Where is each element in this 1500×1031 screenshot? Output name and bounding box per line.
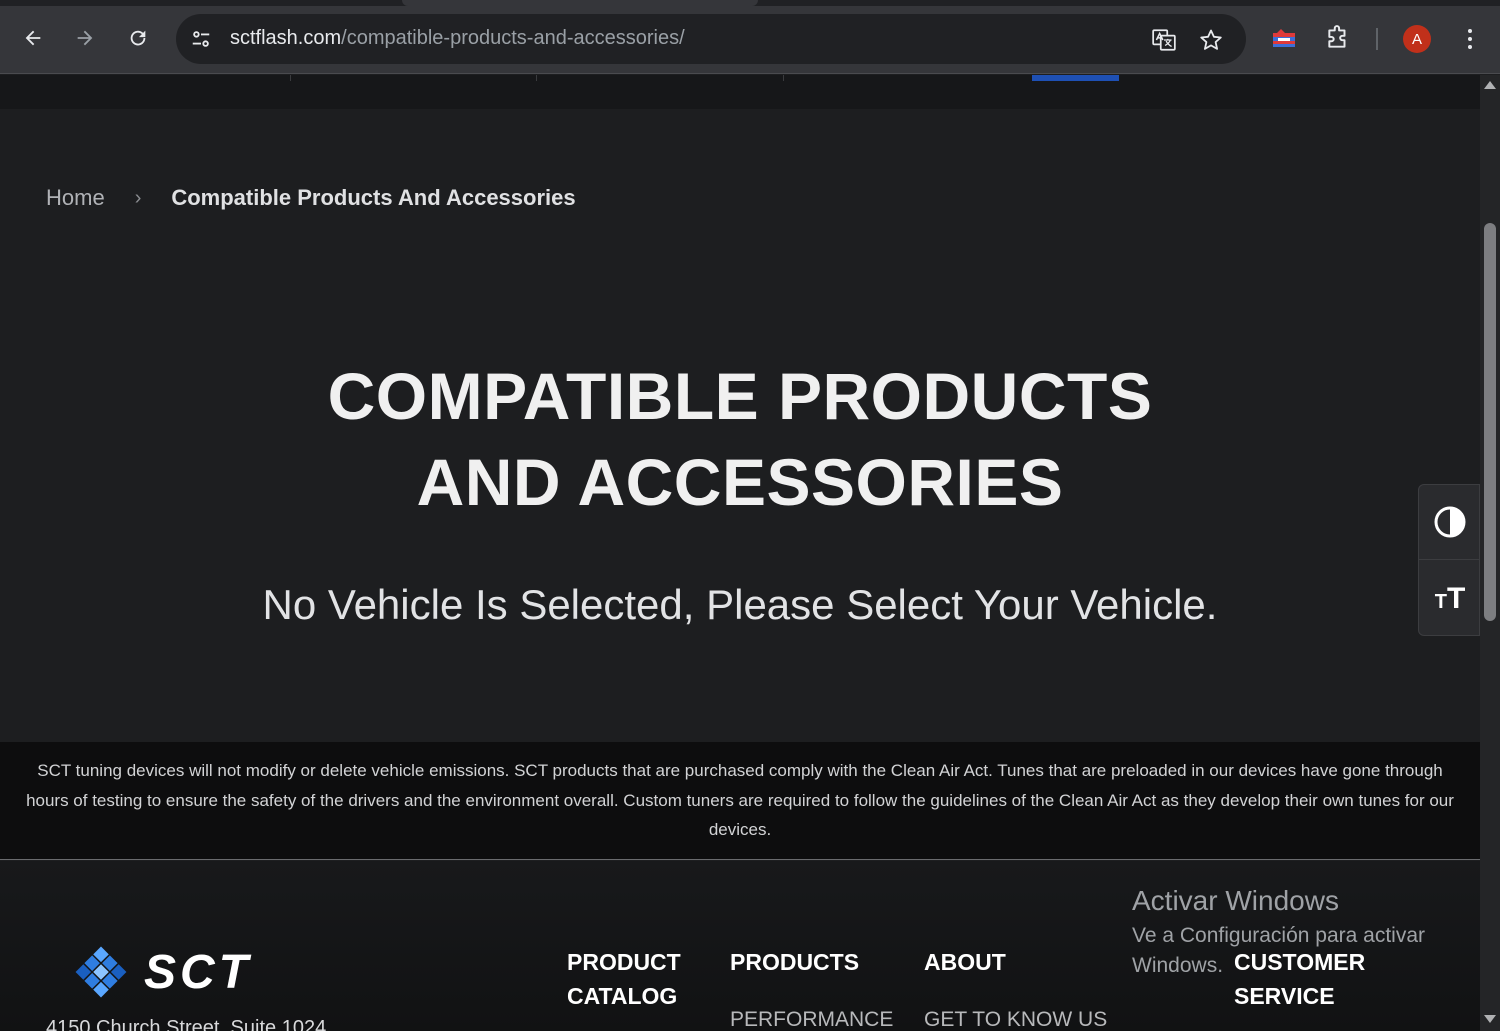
footer-heading-products[interactable]: PRODUCTS [730, 945, 859, 979]
page-title-line2: AND ACCESSORIES [416, 445, 1064, 519]
scroll-up-arrow-icon[interactable] [1484, 81, 1496, 89]
logo-text: SCT [144, 945, 252, 999]
scroll-down-arrow-icon[interactable] [1484, 1015, 1496, 1023]
breadcrumb-current: Compatible Products And Accessories [171, 185, 576, 210]
site-top-nav [0, 75, 1480, 109]
back-button[interactable] [15, 20, 51, 56]
active-tab[interactable] [402, 0, 758, 6]
footer-heading-customer-service[interactable]: CUSTOMER SERVICE [1234, 945, 1365, 1013]
browser-toolbar: sctflash.com/compatible-products-and-acc… [0, 0, 1500, 74]
footer-address: 4150 Church Street, Suite 1024 [46, 1017, 327, 1031]
breadcrumb: Home › Compatible Products And Accessori… [46, 185, 576, 211]
footer-heading-product-catalog[interactable]: PRODUCT CATALOG [567, 945, 681, 1013]
sct-diamond-logo-icon [75, 946, 127, 998]
browser-menu-icon[interactable] [1456, 22, 1484, 56]
profile-avatar[interactable]: A [1403, 25, 1431, 53]
site-footer: SCT 4150 Church Street, Suite 1024 PRODU… [0, 861, 1480, 1031]
forward-button[interactable] [67, 20, 103, 56]
translate-icon[interactable] [1150, 26, 1178, 54]
bookmark-star-icon[interactable] [1197, 26, 1225, 54]
footer-heading-about[interactable]: ABOUT [924, 945, 1006, 979]
text-size-icon: TT [1434, 581, 1466, 615]
address-bar[interactable]: sctflash.com/compatible-products-and-acc… [176, 14, 1246, 64]
contrast-icon [1434, 506, 1466, 538]
nav-segment[interactable] [537, 75, 784, 81]
footer-link-get-to-know-us[interactable]: GET TO KNOW US [924, 1008, 1107, 1031]
url-path: /compatible-products-and-accessories/ [341, 27, 685, 49]
reload-icon [130, 30, 146, 46]
nav-segment-active[interactable] [1032, 75, 1119, 81]
page-title: COMPATIBLE PRODUCTS AND ACCESSORIES [0, 353, 1480, 525]
text-size-button[interactable]: TT [1419, 561, 1480, 636]
site-info-icon[interactable] [188, 26, 214, 52]
breadcrumb-home-link[interactable]: Home [46, 185, 105, 211]
page-title-line1: COMPATIBLE PRODUCTS [327, 359, 1153, 433]
url-host: sctflash.com [230, 27, 342, 49]
arrow-left-icon [25, 30, 41, 46]
nav-segment[interactable] [291, 75, 537, 81]
toolbar-separator [1376, 28, 1378, 50]
page-scrollbar[interactable] [1480, 75, 1500, 1031]
emissions-disclaimer: SCT tuning devices will not modify or de… [0, 742, 1480, 860]
nav-segment[interactable] [784, 75, 1032, 81]
accessibility-widget: TT [1418, 484, 1480, 636]
watermark-title: Activar Windows [1132, 885, 1339, 916]
sct-logo[interactable]: SCT [72, 943, 252, 1001]
extension-flag-icon[interactable] [1268, 22, 1300, 54]
scroll-thumb[interactable] [1484, 223, 1496, 621]
contrast-toggle-button[interactable] [1419, 485, 1480, 560]
no-vehicle-message: No Vehicle Is Selected, Please Select Yo… [262, 581, 1218, 628]
url-text[interactable]: sctflash.com/compatible-products-and-acc… [230, 27, 685, 50]
reload-button[interactable] [120, 20, 156, 56]
tab-strip [0, 0, 1500, 6]
page-viewport: Home › Compatible Products And Accessori… [0, 75, 1480, 1031]
nav-segment[interactable] [46, 75, 291, 81]
arrow-right-icon [77, 30, 93, 46]
footer-link-performance[interactable]: PERFORMANCE [730, 1008, 893, 1031]
extensions-puzzle-icon[interactable] [1322, 22, 1354, 54]
breadcrumb-separator: › [134, 186, 142, 209]
